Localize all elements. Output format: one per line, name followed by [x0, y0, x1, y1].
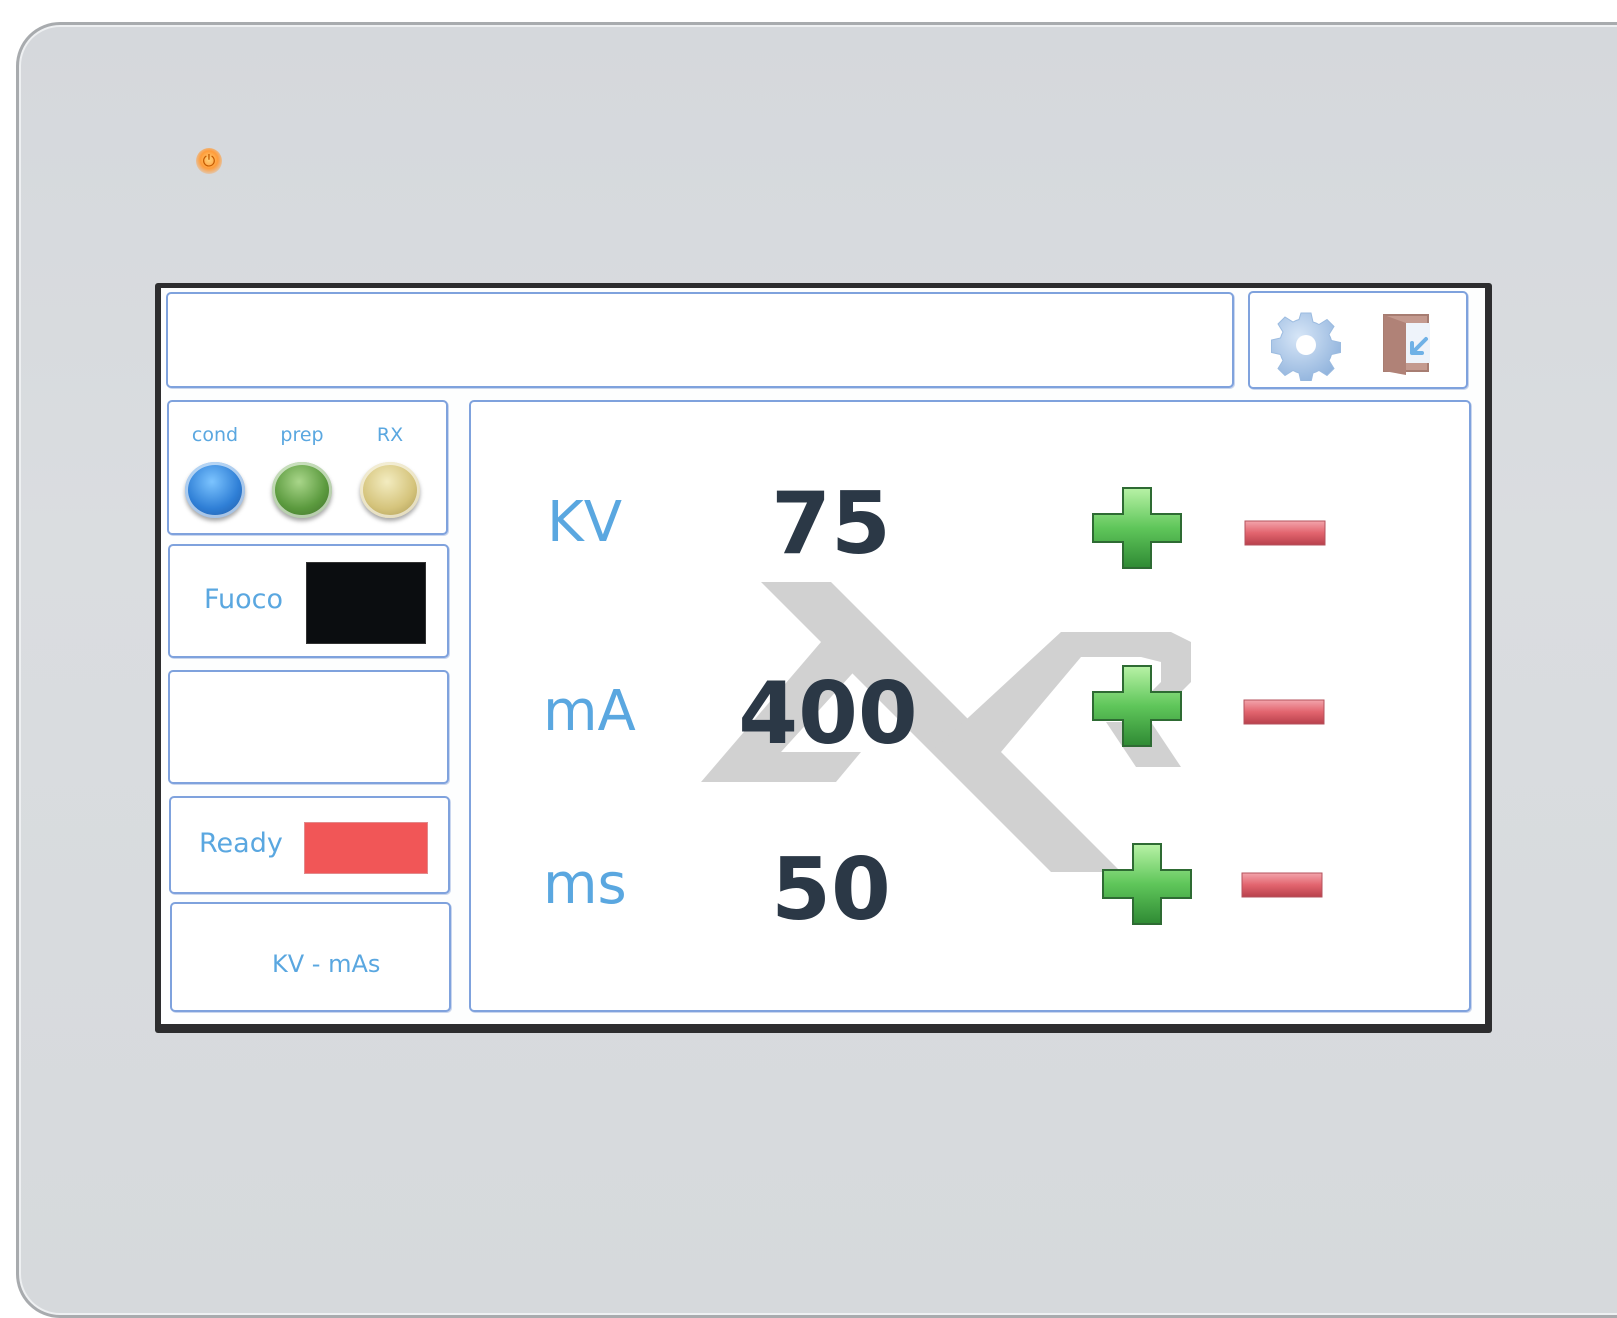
ready-panel: Ready — [169, 796, 450, 894]
touch-screen: cond prep RX Fuoco Ready KV - mAs KV 75 … — [161, 288, 1485, 1024]
empty-status-panel — [168, 670, 449, 784]
fuoco-panel[interactable]: Fuoco — [168, 544, 449, 658]
ma-label: mA — [543, 679, 636, 744]
ma-decrease-button[interactable] — [1243, 699, 1325, 725]
ready-label: Ready — [199, 828, 283, 859]
mode-label: KV - mAs — [272, 950, 381, 978]
cond-lamp — [185, 462, 245, 518]
ms-decrease-button[interactable] — [1241, 872, 1323, 898]
ms-increase-button[interactable] — [1101, 842, 1193, 926]
lamp-label-prep: prep — [280, 424, 324, 446]
ma-increase-button[interactable] — [1091, 664, 1183, 748]
exit-door-icon[interactable] — [1380, 309, 1438, 375]
kv-value: 75 — [771, 474, 891, 574]
exposure-parameters-panel: KV 75 mA 400 ms 50 — [469, 400, 1471, 1012]
message-bar — [166, 292, 1234, 388]
kv-label: KV — [547, 490, 623, 555]
prep-lamp — [272, 462, 332, 518]
fuoco-label: Fuoco — [204, 584, 284, 615]
ma-value: 400 — [738, 664, 918, 764]
kv-decrease-button[interactable] — [1244, 520, 1326, 546]
status-lamps-panel: cond prep RX — [167, 400, 448, 535]
rx-lamp — [360, 462, 420, 518]
lamp-label-rx: RX — [376, 424, 404, 446]
power-led-icon: ⏻ — [196, 148, 222, 174]
fuoco-indicator — [306, 562, 426, 644]
kv-increase-button[interactable] — [1091, 486, 1183, 570]
mode-selector[interactable]: KV - mAs — [170, 902, 451, 1012]
ms-value: 50 — [771, 840, 891, 940]
gear-icon[interactable] — [1270, 309, 1342, 381]
lamp-label-cond: cond — [191, 424, 239, 446]
ms-label: ms — [543, 852, 627, 917]
ready-indicator — [304, 822, 428, 874]
toolbar — [1248, 291, 1468, 389]
